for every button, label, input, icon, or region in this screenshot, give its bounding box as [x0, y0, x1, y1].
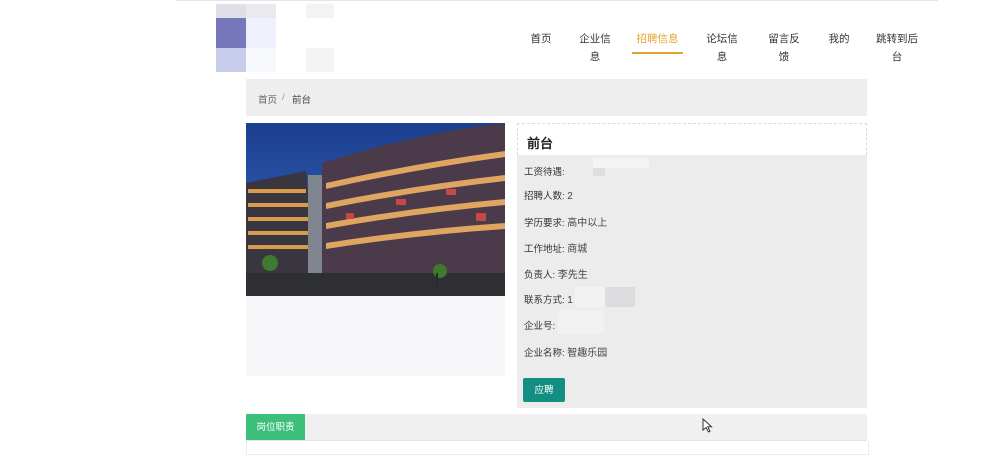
- tab-job-duties[interactable]: 岗位职责: [246, 414, 305, 440]
- job-photo: [246, 123, 505, 296]
- phone-redacted-2: [605, 287, 635, 307]
- breadcrumb-current: 前台: [292, 95, 312, 106]
- location-row: 工作地址: 商城: [524, 240, 587, 255]
- company-name-label: 企业名称:: [524, 348, 565, 359]
- company-no-row: 企业号:: [524, 318, 555, 332]
- salary-redacted: [593, 158, 649, 168]
- nav-item-mine[interactable]: 我的: [828, 30, 850, 52]
- phone-label: 联系方式:: [524, 295, 565, 306]
- nav-item-company-info[interactable]: 企业信息: [575, 30, 615, 63]
- contact-person-value: 李先生: [557, 270, 588, 281]
- nav-item-admin[interactable]: 跳转到后台: [872, 30, 922, 63]
- phone-redacted: [575, 287, 605, 307]
- education-value: 高中以上: [567, 218, 608, 229]
- headcount-row: 招聘人数: 2: [524, 188, 573, 202]
- nav-item-jobs[interactable]: 招聘信息: [632, 30, 683, 54]
- company-no-redacted: [558, 310, 604, 334]
- phone-value: 1: [567, 295, 573, 306]
- education-row: 学历要求: 高中以上: [524, 214, 607, 229]
- company-name-value: 智趣乐园: [567, 348, 608, 359]
- detail-tabs: 岗位职责: [246, 414, 867, 441]
- nav-item-forum[interactable]: 论坛信息: [702, 30, 742, 63]
- job-title-box: 前台: [517, 123, 867, 155]
- breadcrumb-separator: /: [282, 92, 285, 103]
- job-info-panel: 前台 工资待遇: 招聘人数: 2 学历要求: 高中以上 工作地址: 商城 负责人…: [517, 123, 867, 408]
- tab-content: [246, 441, 869, 455]
- job-image-panel: [246, 123, 505, 376]
- nav-item-home[interactable]: 首页: [530, 30, 552, 52]
- breadcrumb-home[interactable]: 首页: [258, 92, 277, 106]
- headcount-value: 2: [567, 191, 573, 202]
- apply-button[interactable]: 应聘: [523, 378, 565, 402]
- salary-label: 工资待遇:: [524, 167, 565, 178]
- top-divider: [176, 0, 938, 1]
- nav-item-feedback[interactable]: 留言反馈: [764, 30, 804, 63]
- job-title: 前台: [527, 136, 554, 151]
- headcount-label: 招聘人数:: [524, 191, 565, 202]
- contact-person-label: 负责人:: [524, 270, 556, 281]
- salary-row: 工资待遇:: [524, 164, 565, 178]
- salary-redacted-2: [593, 168, 605, 176]
- location-label: 工作地址:: [524, 244, 565, 255]
- site-logo[interactable]: [216, 4, 336, 74]
- location-value: 商城: [567, 244, 588, 255]
- education-label: 学历要求:: [524, 218, 565, 229]
- company-no-label: 企业号:: [524, 321, 556, 332]
- phone-row: 联系方式: 1: [524, 292, 573, 306]
- company-name-row: 企业名称: 智趣乐园: [524, 344, 607, 359]
- breadcrumb: 首页 / 前台: [246, 79, 867, 116]
- contact-person-row: 负责人: 李先生: [524, 266, 588, 281]
- mouse-cursor-icon: [702, 418, 713, 433]
